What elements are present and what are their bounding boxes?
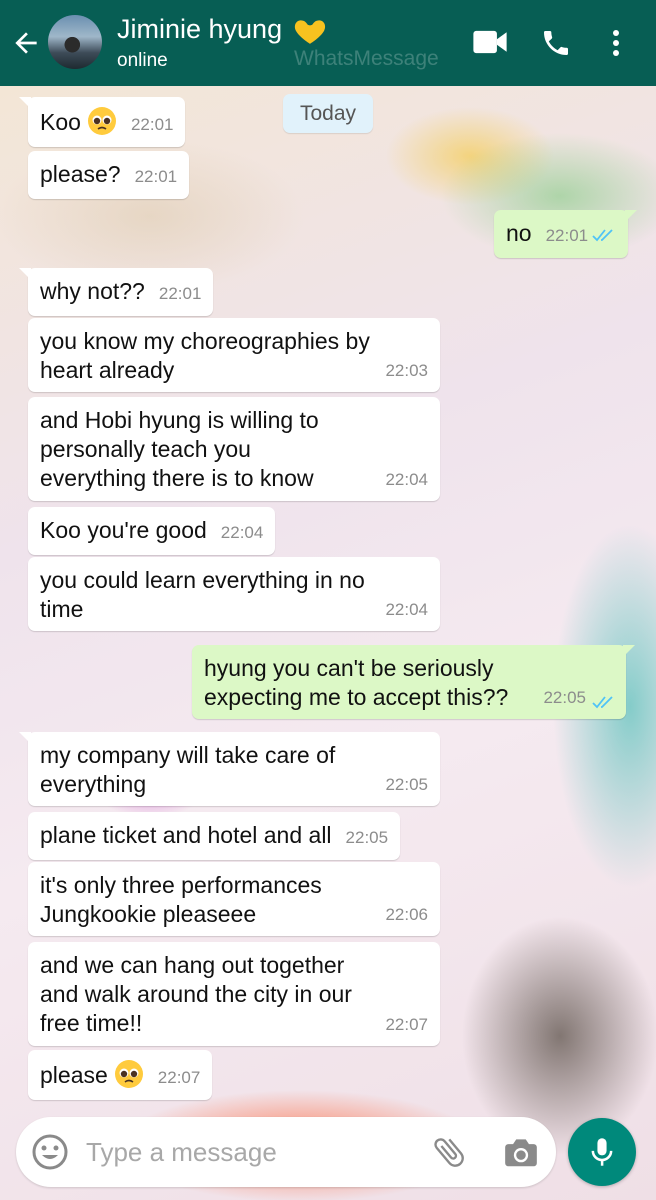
message-text: please (40, 1062, 108, 1088)
message-bubble[interactable]: please? 22:01 (28, 151, 190, 199)
mic-button[interactable] (568, 1118, 636, 1186)
message-time: 22:05 (385, 775, 428, 794)
message-time: 22:01 (545, 226, 589, 245)
message-time: 22:01 (134, 167, 178, 186)
message-text: no (506, 220, 532, 246)
message-input[interactable] (86, 1131, 416, 1173)
message-text: and we can hang out together and walk ar… (40, 952, 352, 1036)
message-bubble[interactable]: plane ticket and hotel and all 22:05 (28, 812, 401, 860)
message-bubble[interactable]: and Hobi hyung is willing to personally … (28, 397, 440, 501)
message-text: it's only three performances Jungkookie … (40, 872, 322, 927)
message-time: 22:05 (345, 828, 389, 847)
emoji-icon[interactable] (30, 1132, 70, 1172)
message-time: 22:04 (385, 600, 428, 619)
message-text: my company will take care of everything (40, 742, 336, 797)
message-bubble[interactable]: please 22:07 (28, 1050, 213, 1100)
read-receipt-icon (592, 229, 613, 242)
contact-name[interactable]: Jiminie hyung (117, 14, 282, 45)
message-text: Koo (40, 109, 81, 135)
message-time: 22:07 (157, 1068, 201, 1087)
message-bubble[interactable]: you know my choreographies by heart alre… (28, 318, 440, 392)
message-bubble[interactable]: my company will take care of everything … (19, 732, 440, 806)
message-bubble[interactable]: Koo you're good 22:04 (28, 507, 276, 555)
message-composer (16, 1117, 556, 1187)
message-time: 22:03 (385, 361, 428, 380)
pleading-face-icon (114, 1060, 143, 1088)
message-text: please? (40, 161, 121, 187)
back-arrow-icon[interactable] (10, 27, 42, 59)
message-text: you know my choreographies by heart alre… (40, 328, 370, 383)
pleading-face-icon (87, 107, 116, 135)
message-time: 22:05 (543, 688, 586, 707)
video-call-icon[interactable] (472, 27, 508, 57)
message-text: Koo you're good (40, 517, 207, 543)
message-text: plane ticket and hotel and all (40, 822, 332, 848)
message-bubble[interactable]: why not?? 22:01 (18, 268, 214, 316)
message-time: 22:06 (385, 905, 428, 924)
message-text: hyung you can't be seriously expecting m… (204, 655, 509, 710)
message-time: 22:04 (220, 523, 264, 542)
paperclip-icon[interactable] (430, 1133, 468, 1171)
watermark: WhatsMessage (294, 47, 439, 70)
date-chip: Today (283, 94, 373, 133)
message-time: 22:04 (385, 470, 428, 489)
message-text: why not?? (40, 278, 145, 304)
message-text: you could learn everything in no time (40, 567, 365, 622)
more-vert-icon[interactable] (606, 27, 626, 59)
message-bubble[interactable]: and we can hang out together and walk ar… (28, 942, 440, 1046)
chat-header: Jiminie hyung online WhatsMessage (0, 0, 656, 86)
message-time: 22:07 (385, 1015, 428, 1034)
message-text: and Hobi hyung is willing to personally … (40, 407, 319, 491)
contact-status: online (117, 50, 168, 71)
message-bubble[interactable]: hyung you can't be seriously expecting m… (192, 645, 635, 719)
phone-icon[interactable] (540, 27, 572, 59)
message-time: 22:01 (130, 115, 174, 134)
microphone-icon (591, 1138, 613, 1166)
camera-icon[interactable] (502, 1133, 540, 1171)
message-bubble[interactable]: no 22:01 (494, 210, 638, 258)
message-bubble[interactable]: Koo 22:01 (18, 97, 186, 147)
yellow-heart-icon (294, 20, 326, 44)
message-bubble[interactable]: it's only three performances Jungkookie … (28, 862, 440, 936)
avatar[interactable] (48, 15, 102, 69)
message-time: 22:01 (158, 284, 202, 303)
read-receipt-icon (592, 696, 613, 709)
message-bubble[interactable]: you could learn everything in no time 22… (28, 557, 440, 631)
